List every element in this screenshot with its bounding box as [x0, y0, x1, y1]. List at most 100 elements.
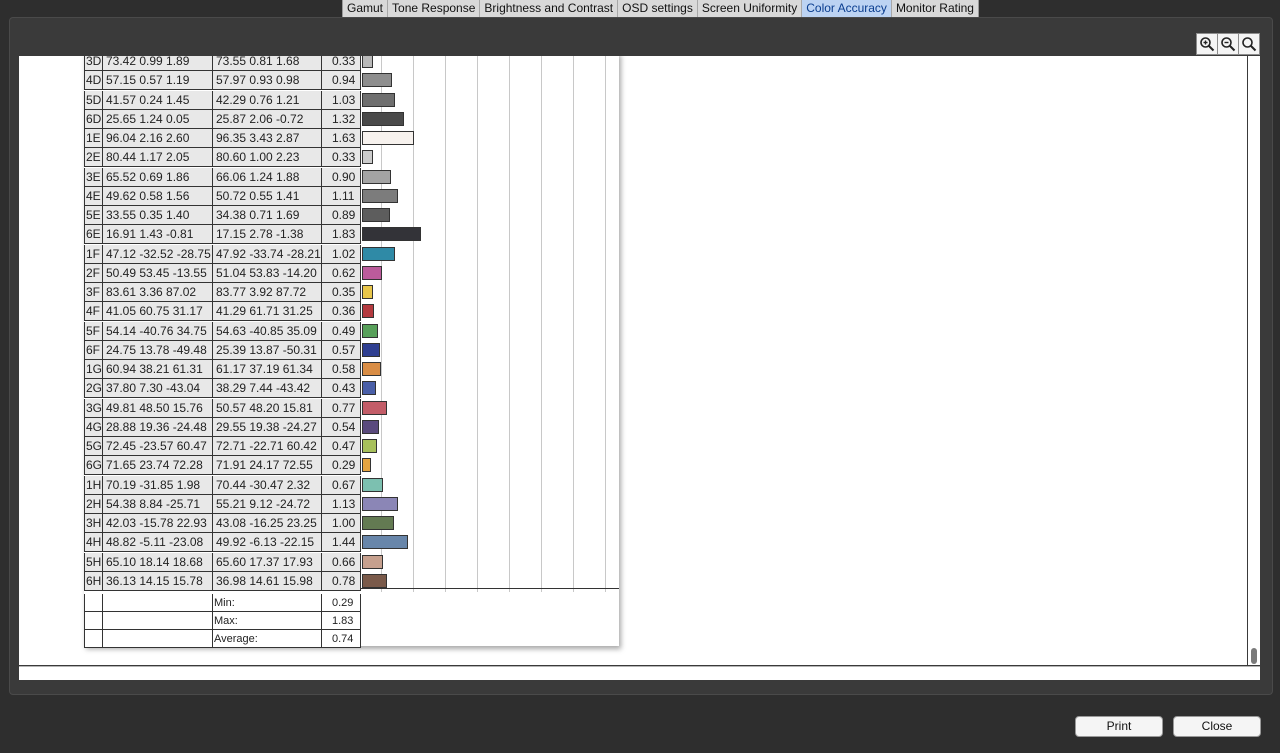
- patch-id-cell: 4E: [84, 186, 103, 206]
- tab-bar: Gamut Tone Response Brightness and Contr…: [342, 0, 979, 18]
- reference-lab-cell: 50.72 0.55 1.41: [212, 186, 322, 206]
- delta-e-bar: [362, 285, 374, 299]
- delta-e-bar: [362, 400, 387, 415]
- delta-e-cell: 1.11: [321, 186, 361, 206]
- summary-value: 0.74: [321, 630, 361, 648]
- table-row: 4H 48.82 -5.11 -23.08 49.92 -6.13 -22.15 1.…: [84, 533, 619, 553]
- delta-e-bar: [362, 362, 381, 376]
- tab-osd-settings[interactable]: OSD settings: [618, 0, 698, 17]
- delta-e-cell: 0.78: [321, 571, 361, 591]
- empty-cell: [84, 594, 103, 612]
- delta-e-cell: 0.54: [321, 417, 361, 437]
- measured-lab-cell: 96.04 2.16 2.60: [102, 129, 213, 148]
- delta-e-bar: [362, 131, 415, 145]
- patch-id-cell: 6H: [84, 571, 103, 591]
- table-row: 4E 49.62 0.58 1.56 50.72 0.55 1.41 1.11: [84, 186, 619, 206]
- table-row: 3D 73.42 0.99 1.89 73.55 0.81 1.68 0.33: [84, 56, 619, 71]
- zoom-out-button[interactable]: [1217, 33, 1239, 55]
- delta-e-bar: [362, 208, 391, 222]
- delta-e-bar: [362, 111, 405, 126]
- table-row: 4G 28.88 19.36 -24.48 29.55 19.38 -24.27 0.…: [84, 417, 619, 437]
- reference-lab-cell: 47.92 -33.74 -28.21: [212, 244, 322, 264]
- measured-lab-cell: 54.38 8.84 -25.71: [102, 494, 213, 514]
- measured-lab-cell: 57.15 0.57 1.19: [102, 71, 213, 91]
- measured-lab-cell: 48.82 -5.11 -23.08: [102, 533, 213, 553]
- delta-e-cell: 1.03: [321, 90, 361, 110]
- table-row: 6F 24.75 13.78 -49.48 25.39 13.87 -50.31 0.…: [84, 340, 619, 360]
- measured-lab-cell: 60.94 38.21 61.31: [102, 360, 213, 379]
- table-row: 3E 65.52 0.69 1.86 66.06 1.24 1.88 0.90: [84, 167, 619, 187]
- table-row: 1H 70.19 -31.85 1.98 70.44 -30.47 2.32 0.67: [84, 475, 619, 495]
- tab-gamut[interactable]: Gamut: [343, 0, 389, 17]
- delta-e-bar: [362, 73, 393, 88]
- table-row: 2F 50.49 53.45 -13.55 51.04 53.83 -14.20 0.…: [84, 263, 619, 283]
- delta-e-bar: [362, 188, 398, 203]
- measured-lab-cell: 41.57 0.24 1.45: [102, 90, 213, 110]
- zoom-reset-button[interactable]: [1238, 33, 1260, 55]
- print-button[interactable]: Print: [1075, 716, 1163, 737]
- delta-e-cell: 0.62: [321, 263, 361, 283]
- delta-e-bar: [362, 169, 391, 184]
- delta-e-bar: [362, 304, 374, 319]
- summary-label: Average:: [212, 630, 322, 648]
- tab-brightness-contrast[interactable]: Brightness and Contrast: [480, 0, 619, 17]
- table-row: 2G 37.80 7.30 -43.04 38.29 7.44 -43.42 0.43: [84, 379, 619, 399]
- table-row: 3F 83.61 3.36 87.02 83.77 3.92 87.72 0.35: [84, 283, 619, 302]
- delta-e-cell: 1.44: [321, 533, 361, 553]
- reference-lab-cell: 61.17 37.19 61.34: [212, 360, 322, 379]
- reference-lab-cell: 54.63 -40.85 35.09: [212, 321, 322, 341]
- tab-screen-uniformity[interactable]: Screen Uniformity: [698, 0, 803, 17]
- table-row: 5F 54.14 -40.76 34.75 54.63 -40.85 35.09 0.…: [84, 321, 619, 341]
- reference-lab-cell: 71.91 24.17 72.55: [212, 456, 322, 476]
- zoom-reset-icon: [1242, 37, 1257, 52]
- reference-lab-cell: 65.60 17.37 17.93: [212, 552, 322, 572]
- summary-row: Average: 0.74: [84, 630, 619, 648]
- patch-id-cell: 3D: [84, 56, 103, 71]
- tab-tone-response[interactable]: Tone Response: [388, 0, 481, 17]
- table-row: 1F 47.12 -32.52 -28.75 47.92 -33.74 -28.21…: [84, 244, 619, 264]
- vertical-scrollbar[interactable]: [1248, 56, 1260, 665]
- table-row: 6D 25.65 1.24 0.05 25.87 2.06 -0.72 1.32: [84, 109, 619, 129]
- table-row: 2E 80.44 1.17 2.05 80.60 1.00 2.23 0.33: [84, 148, 619, 168]
- reference-lab-cell: 25.87 2.06 -0.72: [212, 109, 322, 129]
- zoom-in-button[interactable]: [1196, 33, 1218, 55]
- patch-id-cell: 6G: [84, 456, 103, 476]
- reference-lab-cell: 38.29 7.44 -43.42: [212, 379, 322, 399]
- delta-e-bar: [362, 150, 373, 165]
- summary-label: Max:: [212, 612, 322, 630]
- patch-id-cell: 5G: [84, 437, 103, 456]
- tab-monitor-rating[interactable]: Monitor Rating: [892, 0, 978, 17]
- report-viewer[interactable]: 3D 73.42 0.99 1.89 73.55 0.81 1.68 0.33 4D 57…: [19, 56, 1247, 665]
- scrollbar-thumb[interactable]: [1251, 648, 1257, 664]
- measured-lab-cell: 72.45 -23.57 60.47: [102, 437, 213, 456]
- empty-cell: [102, 630, 213, 648]
- delta-e-cell: 0.66: [321, 552, 361, 572]
- patch-id-cell: 1H: [84, 475, 103, 495]
- measured-lab-cell: 42.03 -15.78 22.93: [102, 514, 213, 533]
- measured-lab-cell: 50.49 53.45 -13.55: [102, 263, 213, 283]
- table-row: 4D 57.15 0.57 1.19 57.97 0.93 0.98 0.94: [84, 71, 619, 91]
- zoom-in-icon: [1200, 37, 1215, 52]
- summary-row: Max: 1.83: [84, 612, 619, 630]
- table-row: 1E 96.04 2.16 2.60 96.35 3.43 2.87 1.63: [84, 129, 619, 148]
- delta-e-cell: 1.13: [321, 494, 361, 514]
- reference-lab-cell: 41.29 61.71 31.25: [212, 302, 322, 322]
- delta-e-bar: [362, 381, 376, 396]
- patch-id-cell: 1G: [84, 360, 103, 379]
- delta-e-cell: 0.33: [321, 56, 361, 71]
- delta-e-bar: [362, 92, 395, 107]
- patch-id-cell: 4G: [84, 417, 103, 437]
- patch-id-cell: 2G: [84, 379, 103, 399]
- close-button[interactable]: Close: [1173, 716, 1261, 737]
- summary-value: 0.29: [321, 594, 361, 612]
- delta-e-cell: 0.49: [321, 321, 361, 341]
- empty-cell: [102, 594, 213, 612]
- table-row: 5H 65.10 18.14 18.68 65.60 17.37 17.93 0.66: [84, 552, 619, 572]
- delta-e-cell: 1.83: [321, 225, 361, 245]
- tab-color-accuracy[interactable]: Color Accuracy: [802, 0, 892, 17]
- delta-e-bar: [362, 227, 421, 242]
- reference-lab-cell: 42.29 0.76 1.21: [212, 90, 322, 110]
- table-row: 3G 49.81 48.50 15.76 50.57 48.20 15.81 0.77: [84, 398, 619, 418]
- patch-id-cell: 6F: [84, 340, 103, 360]
- patch-id-cell: 5E: [84, 206, 103, 225]
